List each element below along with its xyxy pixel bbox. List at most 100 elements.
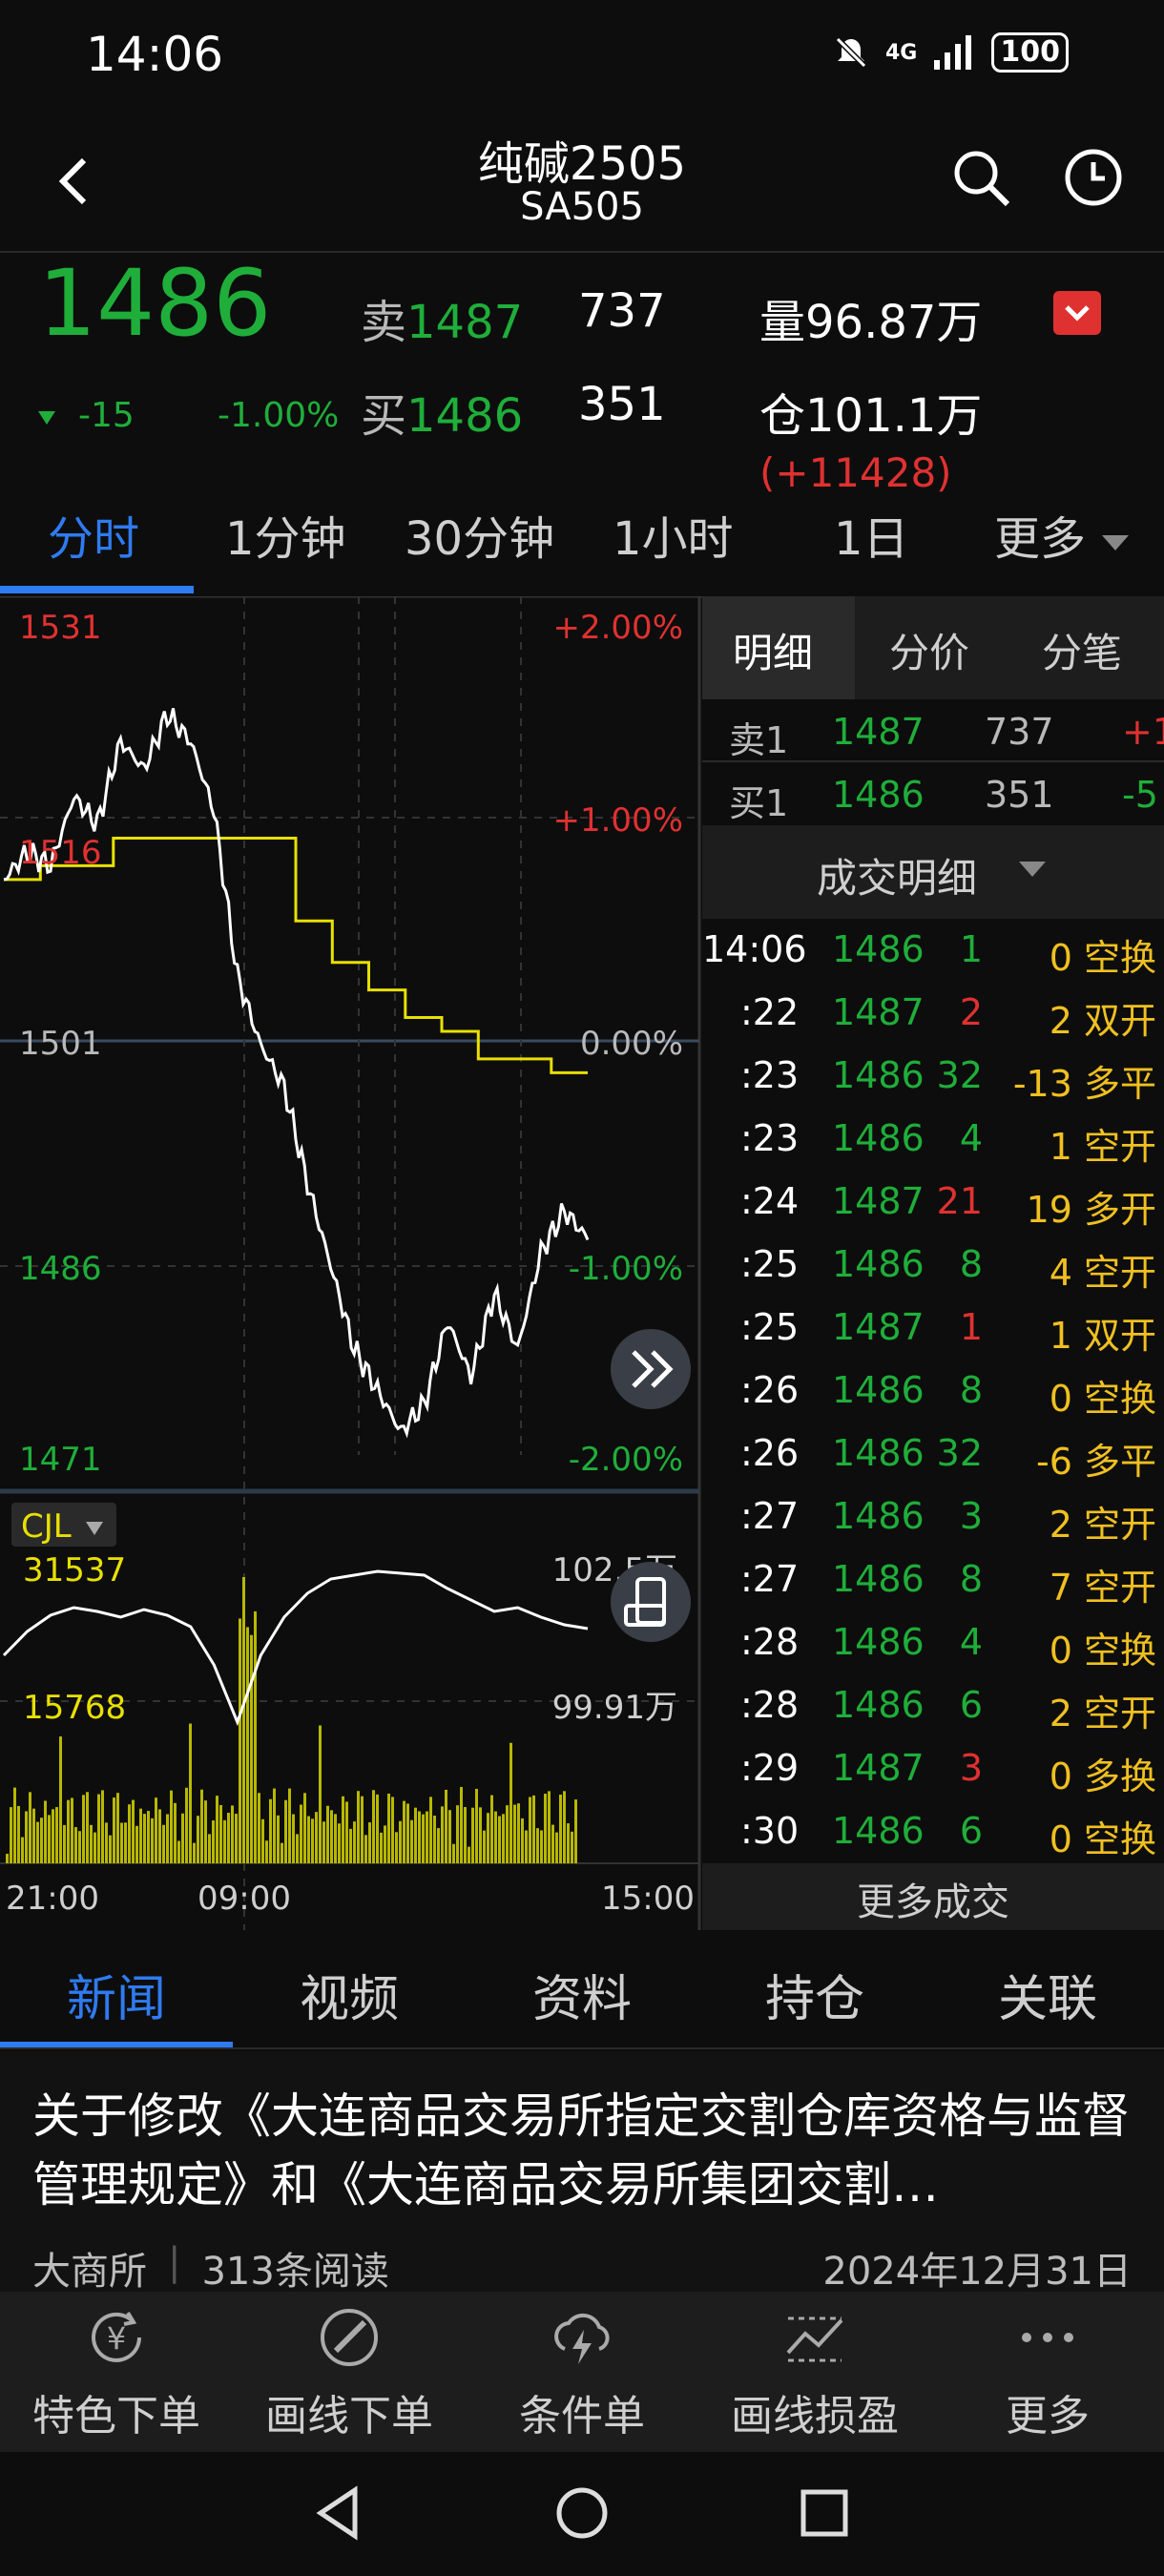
- draw-line-stop-button[interactable]: 画线损盈: [698, 2292, 931, 2452]
- tab-1min[interactable]: 1分钟: [225, 501, 346, 568]
- period-tabs: 分时 1分钟 30分钟 1小时 1日 更多: [0, 491, 1164, 596]
- volume-bar: [36, 1821, 39, 1863]
- volume-bar: [502, 1814, 505, 1863]
- tab-detail[interactable]: 明细: [733, 621, 813, 679]
- toolbar-label: 画线损盈: [731, 2392, 899, 2441]
- volume-bar: [227, 1813, 230, 1863]
- trade-detail-header[interactable]: 成交明细: [702, 825, 1164, 919]
- rotate-screen-button[interactable]: [611, 1562, 691, 1642]
- status-bar: 14:06 4G 100: [0, 0, 1164, 114]
- volume-bar: [391, 1797, 394, 1863]
- volume-bar: [498, 1816, 501, 1863]
- volume-bar: [63, 1824, 66, 1863]
- alert-button[interactable]: [1053, 291, 1101, 335]
- trade-time: :25: [740, 1243, 800, 1285]
- tab-video[interactable]: 视频: [300, 1959, 399, 2030]
- network-label: 4G: [885, 40, 918, 65]
- indicator-selector[interactable]: CJL: [11, 1503, 116, 1547]
- price-change: -15: [36, 396, 135, 435]
- volume-bar: [74, 1827, 77, 1863]
- volume-bar: [124, 1822, 127, 1863]
- trade-oi-type: 4 空开: [1049, 1252, 1156, 1294]
- expand-chart-button[interactable]: [611, 1329, 691, 1409]
- volume-bar: [216, 1796, 218, 1863]
- detail-tabs: 明细 分价 分笔: [702, 596, 1164, 699]
- conditional-order-button[interactable]: 条件单: [466, 2292, 698, 2452]
- down-arrow-icon: [38, 411, 55, 425]
- trade-price: 1486: [832, 1369, 925, 1411]
- tab-30min[interactable]: 30分钟: [405, 501, 554, 568]
- trade-row: :24 1487 21 19 多开: [702, 1171, 1164, 1234]
- tab-related[interactable]: 关联: [998, 1959, 1097, 2030]
- more-button[interactable]: 更多: [931, 2292, 1164, 2452]
- news-meta: 大商所 | 313条阅读: [32, 2240, 389, 2296]
- news-title: 关于修改《大连商品交易所指定交割仓库资格与监督管理规定》和《大连商品交易所集团交…: [32, 2088, 1130, 2212]
- volume-bar: [258, 1793, 260, 1863]
- trade-time: :24: [740, 1180, 800, 1222]
- trade-volume: 2: [959, 991, 983, 1033]
- volume-bar: [17, 1805, 20, 1863]
- system-home-icon[interactable]: [553, 2484, 611, 2542]
- oi-label-mid: 99.91万: [552, 1689, 677, 1727]
- open-interest: 仓101.1万 (+11428): [759, 378, 1164, 498]
- volume-bar: [410, 1819, 413, 1863]
- volume-bar: [571, 1831, 573, 1863]
- toolbar-label: 特色下单: [32, 2392, 200, 2441]
- top-nav: 纯碱2505 SA505: [0, 114, 1164, 253]
- volume-bar: [113, 1797, 115, 1863]
- volume-bar: [540, 1830, 543, 1863]
- volume-bar: [303, 1793, 306, 1863]
- intraday-chart[interactable]: 1531 1516 1501 1486 1471 +2.00% +1.00% 0…: [0, 596, 702, 1930]
- draw-line-order-button[interactable]: 画线下单: [233, 2292, 466, 2452]
- volume-bar: [448, 1810, 451, 1863]
- trade-oi-type: 2 双开: [1049, 1000, 1156, 1042]
- volume-bar: [307, 1816, 310, 1863]
- indicator-label: CJL: [21, 1507, 72, 1546]
- volume-bar: [204, 1800, 207, 1863]
- volume-bar: [315, 1812, 318, 1863]
- volume-bar: [250, 1634, 253, 1863]
- volume-bar: [105, 1822, 108, 1863]
- volume-bar: [406, 1803, 409, 1863]
- volume-bar: [59, 1736, 62, 1863]
- trade-row: :25 1486 8 4 空开: [702, 1234, 1164, 1297]
- volume-bar: [372, 1790, 375, 1863]
- volume-bar: [29, 1792, 31, 1863]
- bid-row[interactable]: 买1486: [361, 378, 523, 445]
- volume-bar: [506, 1805, 509, 1863]
- system-recents-icon[interactable]: [796, 2484, 853, 2542]
- system-back-icon[interactable]: [311, 2484, 368, 2542]
- system-nav-bar: [0, 2452, 1164, 2576]
- news-item[interactable]: 关于修改《大连商品交易所指定交割仓库资格与监督管理规定》和《大连商品交易所集团交…: [0, 2051, 1164, 2294]
- yuan-refresh-icon: ¥: [92, 2311, 141, 2362]
- volume-bar: [48, 1815, 51, 1863]
- tab-info[interactable]: 资料: [532, 1959, 632, 2030]
- tab-news[interactable]: 新闻: [67, 1959, 166, 2030]
- ob-price: 1487: [832, 711, 925, 753]
- special-order-button[interactable]: ¥ 特色下单: [0, 2292, 233, 2452]
- volume-bar: [490, 1795, 493, 1863]
- tab-1day[interactable]: 1日: [834, 501, 909, 568]
- volume-bar: [429, 1797, 432, 1863]
- trade-oi-type: 7 空开: [1049, 1567, 1156, 1609]
- volume-bar: [395, 1832, 398, 1863]
- volume-bar: [445, 1789, 447, 1863]
- ask-row[interactable]: 卖1487: [361, 284, 523, 351]
- volume-bar: [437, 1828, 440, 1863]
- volume-bar: [139, 1808, 142, 1863]
- tab-price-volume[interactable]: 分价: [889, 621, 969, 679]
- trade-oi-type: 0 空换: [1049, 937, 1156, 979]
- history-clock-icon[interactable]: [1063, 147, 1124, 208]
- tab-1hour[interactable]: 1小时: [613, 501, 734, 568]
- active-tab-underline: [0, 586, 194, 593]
- y-label-1501: 1501: [19, 1025, 102, 1063]
- volume-bar: [265, 1840, 268, 1863]
- tab-positions[interactable]: 持仓: [765, 1959, 864, 2030]
- trade-time: :27: [740, 1495, 800, 1537]
- tab-more[interactable]: 更多: [994, 501, 1131, 568]
- search-icon[interactable]: [950, 147, 1011, 208]
- x-label-end: 15:00: [601, 1880, 695, 1918]
- more-trades-button[interactable]: 更多成交: [702, 1863, 1164, 1930]
- tab-intraday[interactable]: 分时: [48, 501, 139, 568]
- tab-tick[interactable]: 分笔: [1042, 621, 1122, 679]
